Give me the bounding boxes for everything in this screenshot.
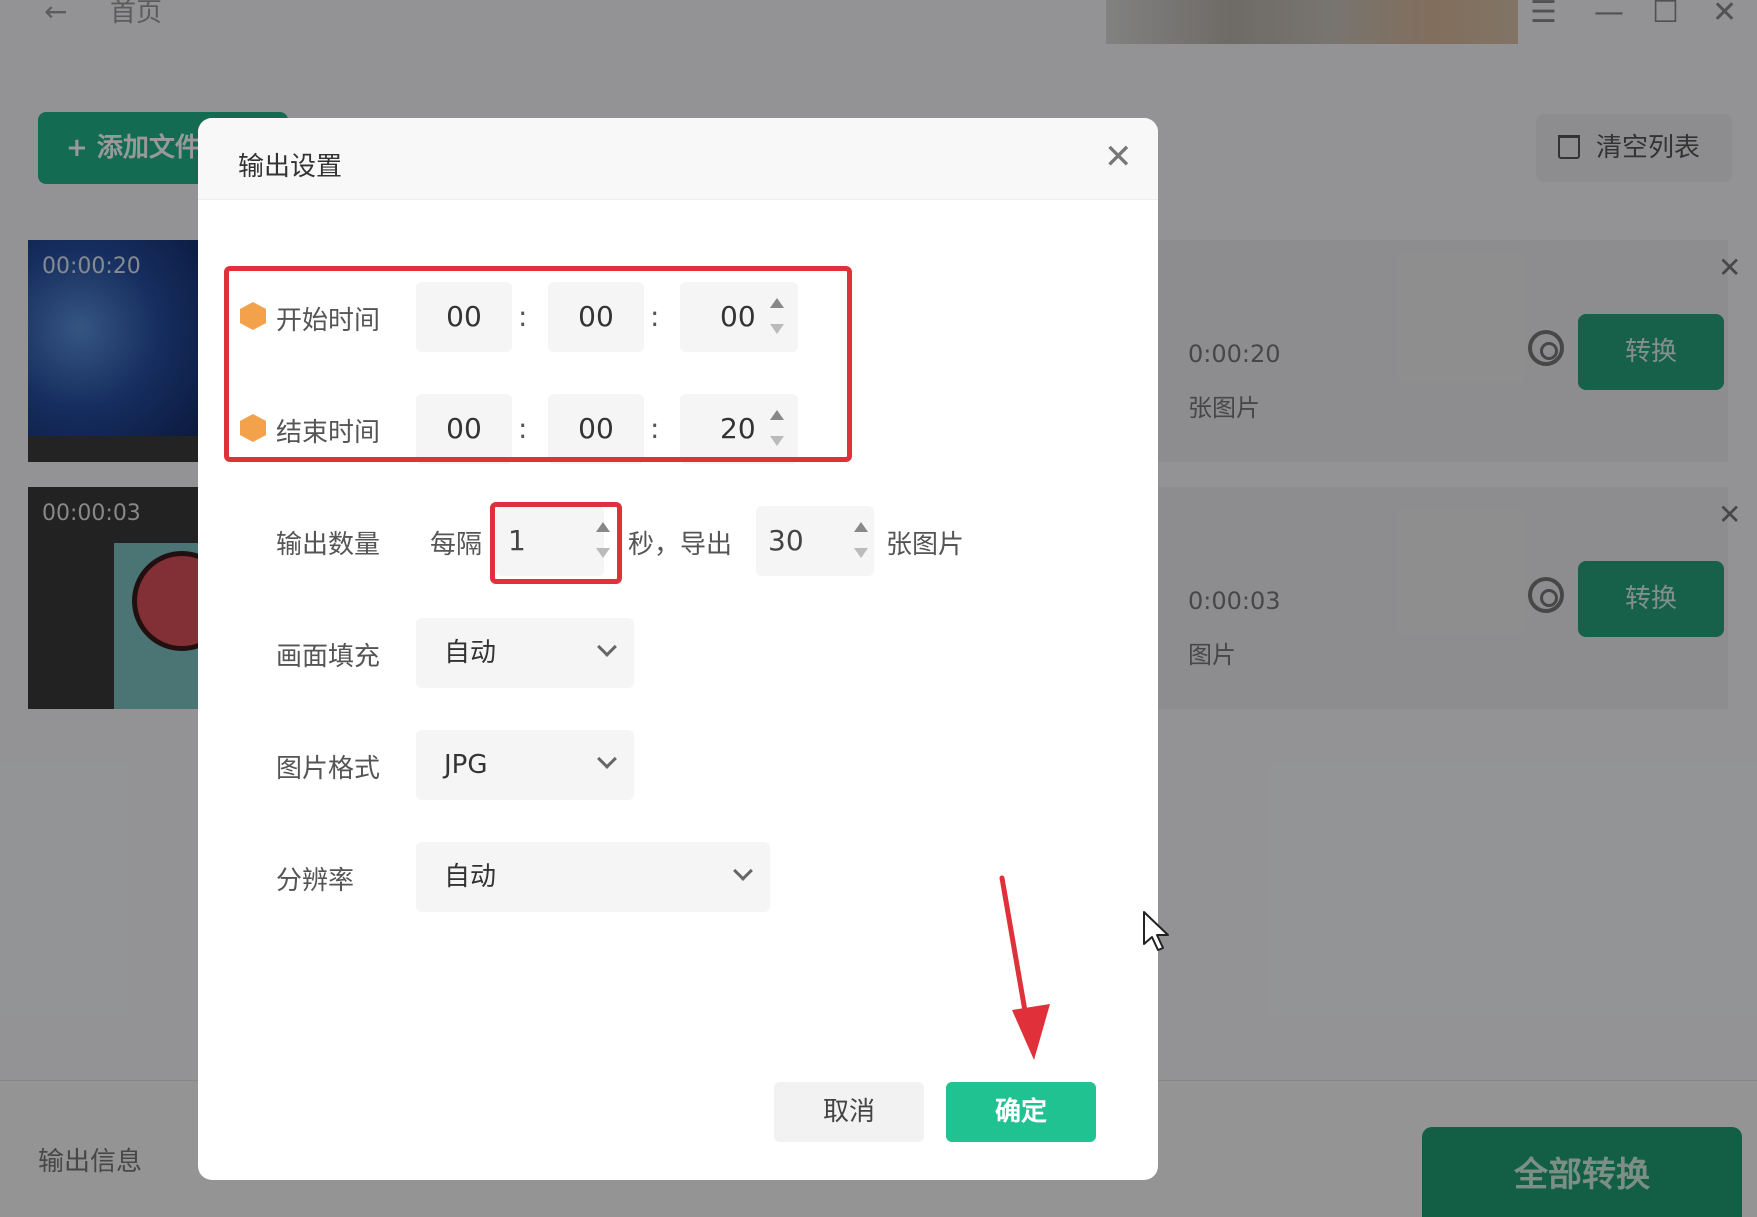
images-label: 张图片 <box>886 530 965 560</box>
mouse-cursor-icon <box>1143 911 1169 951</box>
interval-highlight <box>490 502 622 584</box>
fill-mode-label: 画面填充 <box>276 642 381 672</box>
image-format-select[interactable]: JPG <box>416 730 634 800</box>
confirm-button[interactable]: 确定 <box>946 1082 1096 1142</box>
chevron-down-icon <box>733 861 753 881</box>
annotation-arrow <box>999 875 1050 1060</box>
image-format-value: JPG <box>444 750 488 780</box>
resolution-label: 分辨率 <box>276 866 355 896</box>
time-range-highlight <box>224 266 852 462</box>
cancel-button[interactable]: 取消 <box>774 1082 924 1142</box>
output-count-label: 输出数量 <box>276 530 381 560</box>
resolution-select[interactable]: 自动 <box>416 842 770 912</box>
export-count-stepper[interactable] <box>852 520 870 560</box>
close-icon[interactable]: ✕ <box>1104 140 1133 174</box>
chevron-down-icon <box>597 637 617 657</box>
fill-mode-select[interactable]: 自动 <box>416 618 634 688</box>
resolution-value: 自动 <box>444 862 497 892</box>
image-format-label: 图片格式 <box>276 754 381 784</box>
dialog-header: 输出设置 ✕ <box>198 118 1158 200</box>
chevron-down-icon <box>597 749 617 769</box>
dialog-title: 输出设置 <box>238 152 343 182</box>
fill-mode-value: 自动 <box>444 638 497 668</box>
every-label: 每隔 <box>430 530 483 560</box>
seconds-export-label: 秒，导出 <box>628 530 733 560</box>
